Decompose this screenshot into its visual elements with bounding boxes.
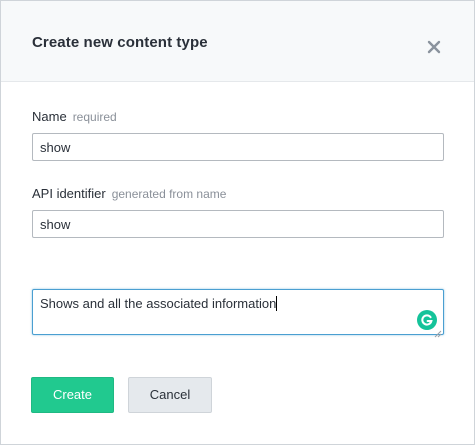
create-content-type-dialog: Create new content type Name required API… — [0, 0, 475, 445]
name-input[interactable] — [32, 133, 444, 161]
name-required-hint: required — [72, 110, 117, 124]
api-identifier-label: API identifier generated from name — [32, 186, 226, 201]
dialog-header: Create new content type — [1, 1, 474, 82]
name-label-text: Name — [32, 109, 67, 124]
api-identifier-input[interactable] — [32, 210, 444, 238]
description-value: Shows and all the associated information — [40, 296, 277, 311]
cancel-button[interactable]: Cancel — [128, 377, 212, 413]
name-label: Name required — [32, 109, 117, 124]
text-caret — [276, 296, 278, 311]
create-button[interactable]: Create — [31, 377, 114, 413]
dialog-title: Create new content type — [32, 34, 208, 51]
api-identifier-label-text: API identifier — [32, 186, 106, 201]
api-identifier-hint: generated from name — [111, 187, 227, 201]
description-text: Shows and all the associated information — [40, 296, 278, 311]
description-textarea[interactable]: Shows and all the associated information — [32, 289, 444, 338]
close-icon[interactable] — [424, 37, 444, 57]
resize-handle-icon[interactable] — [434, 325, 442, 338]
